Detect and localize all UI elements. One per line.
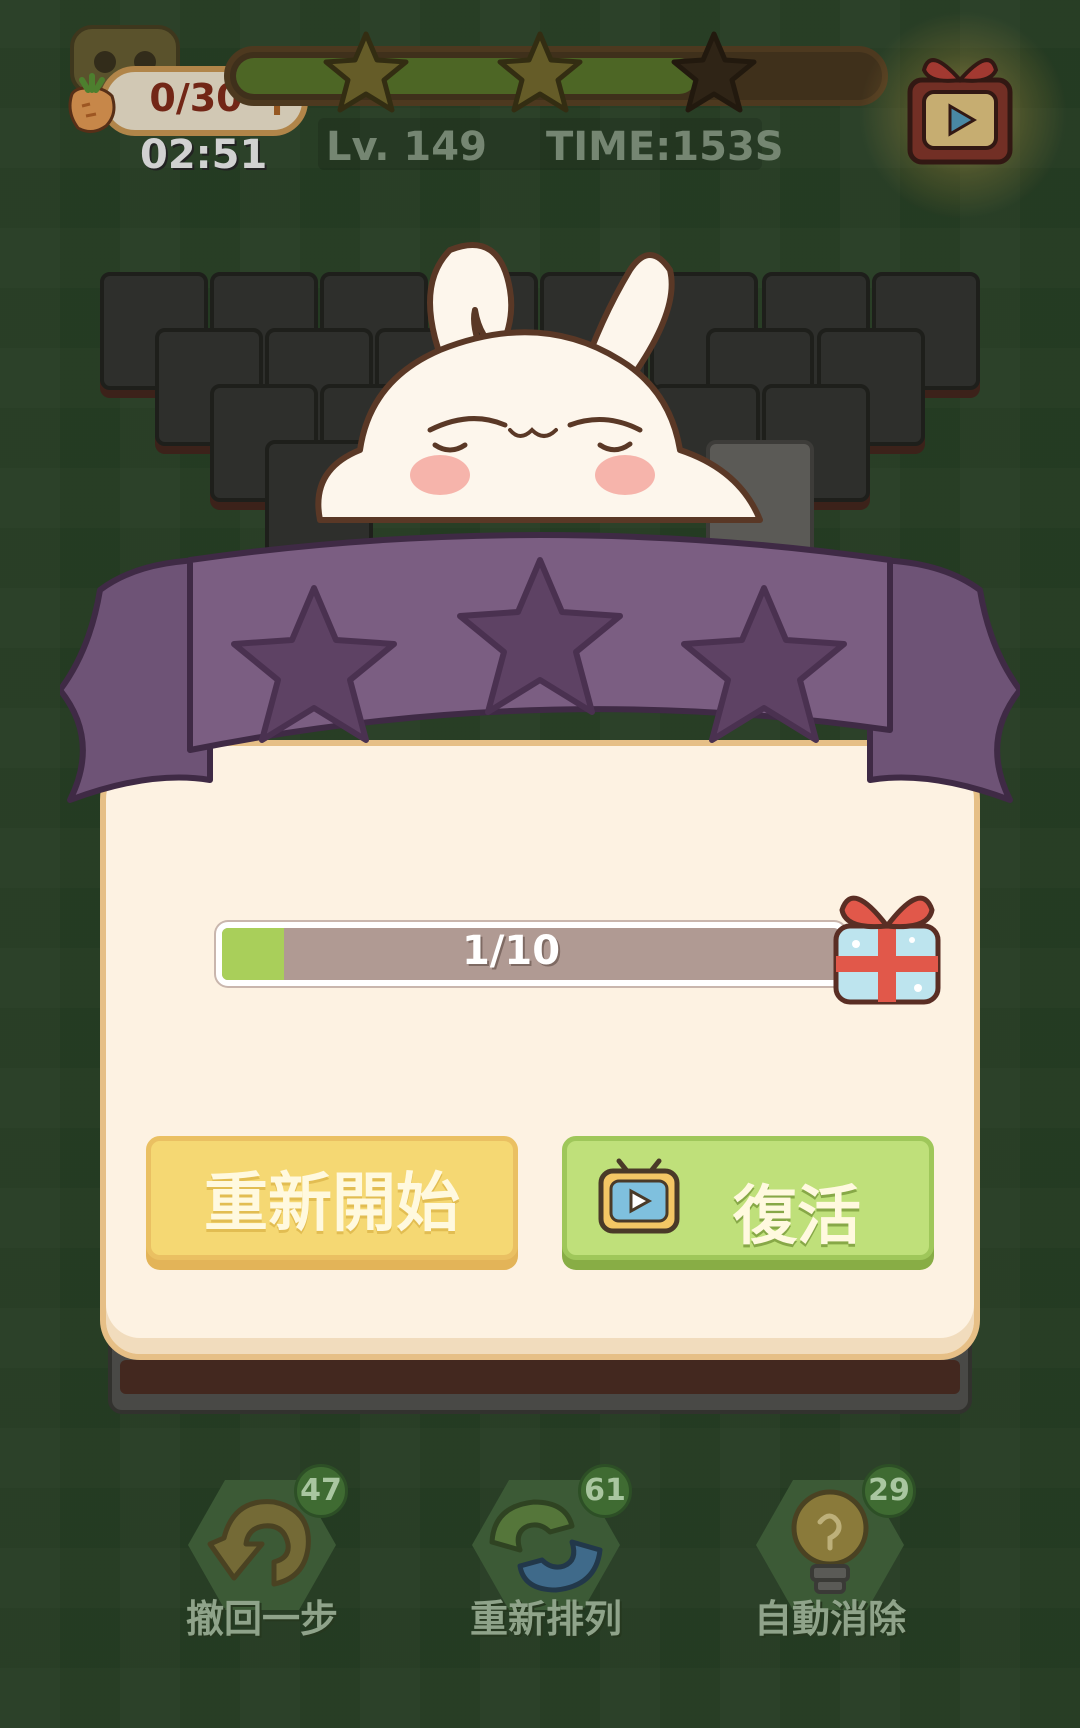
undo-count-badge: 47 bbox=[294, 1464, 348, 1518]
auto-clear-count-badge: 29 bbox=[862, 1464, 916, 1518]
revive-label: 復活 bbox=[733, 1180, 861, 1254]
carrot-icon bbox=[68, 73, 116, 133]
revive-button[interactable]: 復活 bbox=[562, 1136, 934, 1260]
result-star-2-icon bbox=[457, 557, 623, 715]
shuffle-label: 重新排列 bbox=[469, 1597, 622, 1641]
restart-button[interactable]: 重新開始 bbox=[146, 1136, 518, 1260]
lightbulb-icon bbox=[791, 1489, 869, 1594]
auto-clear-tool-button[interactable]: 29 自動消除 bbox=[750, 1464, 916, 1660]
auto-clear-label: 自動消除 bbox=[753, 1597, 906, 1641]
undo-tool-button[interactable]: 47 撤回一步 bbox=[182, 1464, 348, 1660]
bunny-mascot bbox=[315, 242, 763, 523]
hud-star-2-icon bbox=[497, 31, 583, 113]
countdown-timer: 02:51 bbox=[140, 132, 268, 178]
shuffle-tool-button[interactable]: 61 重新排列 bbox=[466, 1464, 632, 1660]
hud-star-1-icon bbox=[323, 31, 409, 113]
reward-progress-text: 1/10 bbox=[461, 928, 561, 974]
result-star-1-icon bbox=[231, 585, 397, 743]
video-gift-icon[interactable] bbox=[900, 40, 1020, 170]
restart-label: 重新開始 bbox=[204, 1167, 460, 1241]
shuffle-count-badge: 61 bbox=[578, 1464, 632, 1518]
undo-label: 撤回一步 bbox=[185, 1597, 338, 1641]
hud-star-3-icon bbox=[671, 31, 757, 113]
result-star-3-icon bbox=[681, 585, 847, 743]
tile-tray bbox=[120, 1360, 960, 1394]
level-star-progress-fill bbox=[236, 58, 697, 94]
reward-progress-bar: 1/10 bbox=[216, 922, 846, 986]
video-ad-tv-icon bbox=[598, 1158, 680, 1234]
gift-box-icon[interactable] bbox=[822, 870, 952, 1010]
time-label: TIME:153S bbox=[546, 124, 784, 170]
level-label: Lv. 149 bbox=[326, 124, 487, 170]
